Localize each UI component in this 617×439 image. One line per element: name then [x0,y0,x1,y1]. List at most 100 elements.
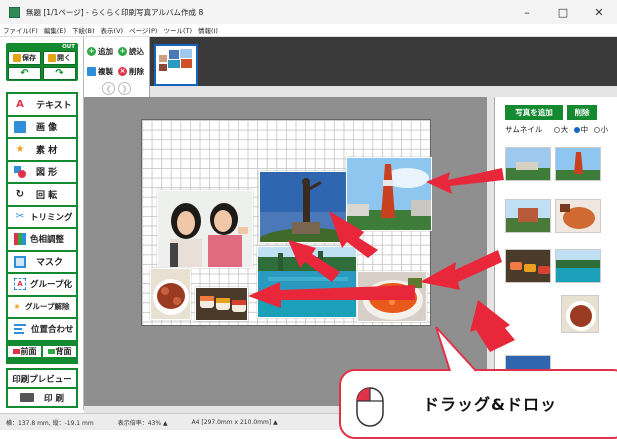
photo-thumbnail[interactable] [555,199,601,233]
ungroup-icon: ★ [13,302,21,312]
menu-view[interactable]: 表示(V) [101,25,124,35]
redo-icon: ↷ [55,68,64,79]
print-preview-button[interactable]: 印刷プレビュー [8,370,76,387]
print-label: 印 刷 [44,393,64,404]
menu-edit[interactable]: 編集(E) [44,25,66,35]
image-tool-label: 画 像 [36,123,58,134]
title-bar: 無題 [1/1ページ] - らくらく印刷写真アルバム作成 8 – □ ✕ [0,0,617,24]
page-button-panel: + 追加 + 読込 複製 × 削除 ❮ ❯ [84,37,150,97]
color-adjust-label: 色相調整 [30,235,65,246]
group-tool-label: グループ化 [30,280,72,291]
canvas-vertical-scrollbar[interactable] [487,97,494,406]
redo-button[interactable]: ↷ [43,67,76,80]
text-icon: A [16,98,24,110]
undo-button[interactable]: ↶ [8,67,41,80]
menu-info[interactable]: 情報(I) [198,25,218,35]
photo-thumbnail[interactable] [561,295,599,333]
paper-size[interactable]: A4 [297.0mm x 210.0mm] ▲ [192,419,278,426]
load-page-button[interactable]: + 読込 [118,44,144,58]
save-button[interactable]: 保存 [8,51,41,65]
left-toolbar: OUT 保存 開く ↶ ↷ A テキスト 画 像 ★ 素 材 図 形 ↻ 回 転… [0,37,84,410]
photo-thumbnail[interactable] [505,199,551,233]
send-back-button[interactable]: 背面 [43,346,76,358]
color-adjust-tool[interactable]: 色相調整 [8,229,76,250]
photo-sushi[interactable] [195,287,248,321]
load-icon: + [118,46,127,56]
print-button[interactable]: 印 刷 [8,389,76,406]
group-icon: A [14,278,26,291]
front-label: 前面 [20,347,37,357]
color-icon [14,233,26,246]
photo-crab[interactable] [150,268,191,320]
mask-tool[interactable]: マスク [8,251,76,272]
tool-list: A テキスト 画 像 ★ 素 材 図 形 ↻ 回 転 ✂ トリミング 色相調整 [6,92,78,364]
delete-page-label: 削除 [129,66,144,76]
rotate-tool[interactable]: ↻ 回 転 [8,184,76,205]
ungroup-tool-label: グループ解除 [25,302,70,312]
ungroup-tool[interactable]: ★ グループ解除 [8,296,76,317]
delete-page-button[interactable]: × 削除 [118,64,144,78]
drag-drop-callout: ドラッグ&ドロッ [339,369,617,439]
plus-icon: + [87,46,96,56]
undo-icon: ↶ [20,68,29,79]
thumbnail-scrollbar[interactable] [150,86,617,97]
photo-tv-tower[interactable] [346,157,432,231]
shape-tool[interactable]: 図 形 [8,161,76,182]
remove-photo-button[interactable]: 削除 [567,105,597,120]
menu-file[interactable]: ファイル(F) [3,25,38,35]
menu-tools[interactable]: ツール(T) [163,25,192,35]
size-medium-option[interactable]: 中 [571,125,588,134]
size-small-option[interactable]: 小 [591,125,609,134]
maximize-button[interactable]: □ [545,0,581,24]
photo-thumbnail[interactable] [555,249,601,283]
bring-front-button[interactable]: 前面 [8,346,41,358]
mouse-icon [356,387,384,427]
window-title: 無題 [1/1ページ] - らくらく印刷写真アルバム作成 8 [26,7,204,17]
page-thumbnail-image [156,46,196,84]
out-badge: OUT [62,44,75,50]
align-tool[interactable]: 位置合わせ [8,319,76,340]
menu-page[interactable]: ページ(P) [129,25,157,35]
file-button-panel: OUT 保存 開く ↶ ↷ [6,43,78,81]
open-button[interactable]: 開く [43,51,76,65]
copy-icon [87,66,96,76]
photo-blue-lake[interactable] [257,246,357,318]
photo-salmon-roe[interactable] [357,271,427,322]
photo-thumbnail[interactable] [505,249,551,283]
mask-tool-label: マスク [36,258,64,269]
close-button[interactable]: ✕ [581,0,617,24]
size-large-option[interactable]: 大 [551,125,569,134]
size-medium-radio [573,127,580,133]
add-photo-button[interactable]: 写真を追加 [505,105,563,120]
menu-background[interactable]: 下絵(B) [72,25,95,35]
rotate-tool-label: 回 転 [36,190,58,201]
thumbnail-size-label: サムネイル [505,125,543,134]
photo-two-women[interactable] [157,190,253,268]
photo-thumbnail[interactable] [505,147,551,181]
photo-statue[interactable] [259,171,355,243]
page-thumbnail[interactable] [154,44,198,86]
add-page-button[interactable]: + 追加 [87,44,113,58]
print-panel: 印刷プレビュー 印 刷 [6,368,78,408]
save-label: 保存 [22,54,36,62]
add-page-label: 追加 [98,46,113,56]
load-page-label: 読込 [129,46,144,56]
size-large-label: 大 [560,125,569,134]
trim-tool[interactable]: ✂ トリミング [8,206,76,227]
next-page-button[interactable]: ❯ [118,82,131,95]
photo-thumbnail[interactable] [555,147,601,181]
material-tool-label: 素 材 [36,145,58,156]
zoom-level[interactable]: 表示倍率：43% ▲ [118,418,168,427]
mask-icon [14,255,26,268]
prev-page-button[interactable]: ❮ [102,82,115,95]
material-tool[interactable]: ★ 素 材 [8,139,76,160]
copy-page-button[interactable]: 複製 [87,64,113,78]
text-tool[interactable]: A テキスト [8,94,76,115]
cursor-coordinates: 横：137.8 mm, 縦：-19.1 mm [6,419,94,427]
minimize-button[interactable]: – [509,0,545,24]
group-tool[interactable]: A グループ化 [8,274,76,295]
size-small-label: 小 [600,125,609,134]
copy-page-label: 複製 [98,66,113,76]
image-tool[interactable]: 画 像 [8,116,76,137]
callout-pointer [435,326,477,372]
